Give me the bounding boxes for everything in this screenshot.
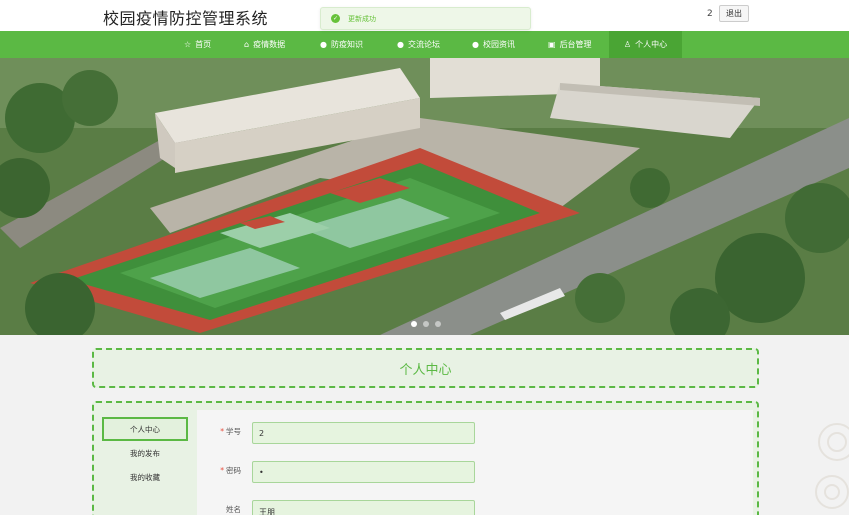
form-row-name: 姓名 王朋 — [197, 500, 497, 515]
side-menu-item-my-favorites[interactable]: 我的收藏 — [102, 465, 188, 489]
side-menu-item-my-posts[interactable]: 我的发布 — [102, 441, 188, 465]
floral-decoration-icon — [815, 423, 849, 509]
form-row-student-id: * 学号 2 — [197, 422, 497, 444]
side-menu: 个人中心 我的发布 我的收藏 — [102, 417, 190, 489]
nav-item-home[interactable]: ☆ 首页 — [184, 31, 211, 58]
field-label-text: 密码 — [226, 466, 241, 475]
nav-item-label: 校园资讯 — [482, 40, 515, 49]
success-toast: ✓ 更新成功 — [320, 7, 531, 30]
field-label: 姓名 — [226, 504, 241, 515]
name-field[interactable]: 王朋 — [252, 500, 475, 515]
user-icon: ♙ — [623, 40, 632, 49]
profile-form: * 学号 2 * 密码 • 姓名 王朋 — [197, 410, 753, 515]
page-title-box: 个人中心 — [92, 348, 759, 388]
nav-item-label: 疫情数据 — [253, 40, 286, 49]
nav-item-epidemic-data[interactable]: ⌂ 疫情数据 — [244, 31, 285, 58]
nav-item-campus-news[interactable]: ● 校园资讯 — [472, 31, 515, 58]
main-nav: ☆ 首页 ⌂ 疫情数据 ● 防疫知识 ● 交流论坛 ● 校园资讯 ▣ 后台管理 … — [0, 31, 849, 58]
info-icon: ● — [320, 40, 327, 49]
required-mark: * — [220, 427, 224, 436]
bag-icon: ⌂ — [244, 40, 250, 49]
nav-item-label: 交流论坛 — [407, 40, 440, 49]
carousel-dot[interactable] — [411, 321, 417, 327]
banner-carousel[interactable] — [0, 58, 849, 335]
nav-item-prevention-knowledge[interactable]: ● 防疫知识 — [320, 31, 363, 58]
password-field[interactable]: • — [252, 461, 475, 483]
star-icon: ☆ — [184, 40, 192, 49]
page-title: 个人中心 — [399, 362, 452, 378]
nav-item-label: 后台管理 — [559, 40, 592, 49]
carousel-dot[interactable] — [423, 321, 429, 327]
campus-aerial-image — [0, 58, 849, 335]
required-mark: * — [220, 466, 224, 475]
profile-panel: 个人中心 我的发布 我的收藏 * 学号 2 * 密码 • 姓名 王朋 — [92, 401, 759, 515]
check-circle-icon: ✓ — [331, 14, 340, 23]
logout-button[interactable]: 退出 — [719, 5, 749, 22]
student-id-field[interactable]: 2 — [252, 422, 475, 444]
field-label-text: 姓名 — [226, 505, 241, 514]
side-menu-item-personal-center[interactable]: 个人中心 — [102, 417, 188, 441]
form-row-password: * 密码 • — [197, 461, 497, 483]
nav-item-label: 防疫知识 — [330, 40, 363, 49]
info-icon: ● — [472, 40, 479, 49]
nav-item-admin[interactable]: ▣ 后台管理 — [548, 31, 592, 58]
nav-item-label: 个人中心 — [635, 40, 668, 49]
carousel-indicators — [411, 321, 441, 327]
site-title: 校园疫情防控管理系统 — [103, 9, 269, 28]
nav-item-personal-center[interactable]: ♙ 个人中心 — [609, 31, 682, 58]
toast-message: 更新成功 — [348, 14, 376, 23]
nav-item-label: 首页 — [195, 40, 212, 49]
field-label-text: 学号 — [226, 427, 241, 436]
username-label: 2 — [707, 9, 713, 19]
carousel-dot[interactable] — [435, 321, 441, 327]
field-label: * 密码 — [220, 465, 241, 476]
field-label: * 学号 — [220, 426, 241, 437]
info-icon: ● — [397, 40, 404, 49]
admin-icon: ▣ — [548, 40, 556, 49]
nav-item-forum[interactable]: ● 交流论坛 — [397, 31, 440, 58]
